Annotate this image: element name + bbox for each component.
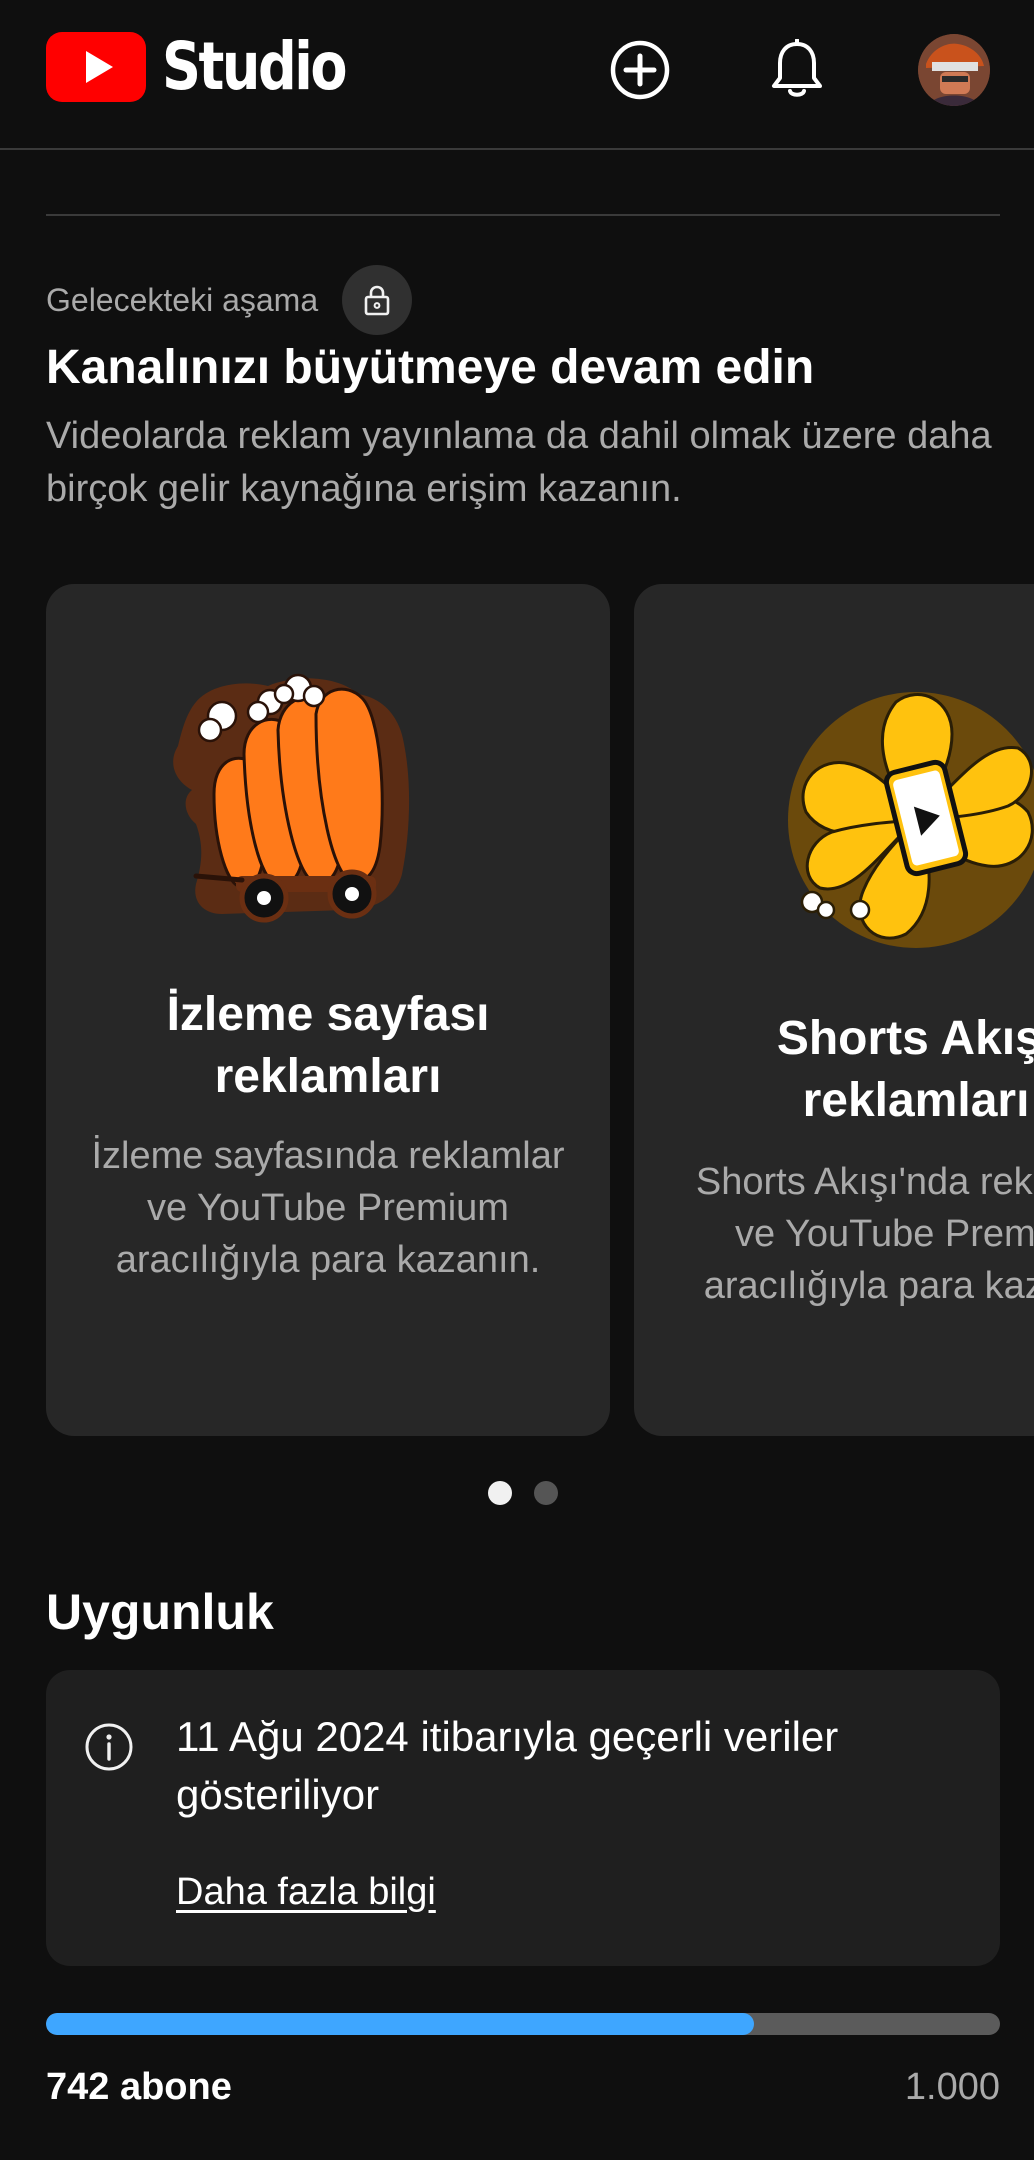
learn-more-link[interactable]: Daha fazla bilgi	[176, 1866, 436, 1918]
card-title-line: Shorts Akışı	[776, 1012, 1034, 1065]
avatar[interactable]	[918, 34, 990, 106]
top-app-bar: Studio	[0, 0, 1034, 150]
subscriber-count: 742 abone	[46, 2066, 232, 2108]
subscriber-progress-fill	[46, 2013, 754, 2035]
card-title: Shorts Akışı reklamları	[634, 1008, 1034, 1132]
youtube-studio-page: Studio Gelecekteki aşama Kanalınızı büyü…	[0, 0, 1034, 2160]
bell-icon	[772, 39, 822, 97]
logo-text: Studio	[162, 28, 348, 105]
card-description: İzleme sayfasında reklamlar ve YouTube P…	[91, 1135, 565, 1281]
stage-label: Gelecekteki aşama	[46, 282, 319, 318]
carousel-pager	[488, 1481, 558, 1505]
benefit-card-watch-page-ads[interactable]: İzleme sayfası reklamları İzleme sayfası…	[46, 584, 610, 1436]
youtube-logo-icon	[46, 32, 146, 102]
pager-dot[interactable]	[534, 1481, 558, 1505]
card-title-line: reklamları	[214, 1050, 442, 1103]
lock-icon	[364, 285, 390, 316]
card-title-line: İzleme sayfası	[166, 988, 490, 1041]
create-button[interactable]	[606, 36, 674, 104]
future-stage-row: Gelecekteki aşama	[46, 264, 413, 336]
card-title-line: reklamları	[802, 1074, 1030, 1127]
youtube-studio-logo[interactable]: Studio	[46, 32, 385, 102]
benefit-card-shorts-feed-ads[interactable]: Shorts Akışı reklamları Shorts Akışı'nda…	[634, 584, 1034, 1436]
pager-dot-active[interactable]	[488, 1481, 512, 1505]
eligibility-info-card: 11 Ağu 2024 itibarıyla geçerli veriler g…	[46, 1670, 1000, 1966]
section-divider	[46, 214, 1000, 216]
data-date-notice: 11 Ağu 2024 itibarıyla geçerli veriler g…	[176, 1713, 839, 1818]
lock-badge	[342, 265, 413, 335]
subscriber-target: 1.000	[904, 2066, 1000, 2108]
page-heading: Kanalınızı büyütmeye devam edin	[46, 341, 815, 394]
eligibility-title: Uygunluk	[46, 1584, 274, 1640]
notifications-button[interactable]	[763, 36, 831, 104]
card-title: İzleme sayfası reklamları	[46, 984, 610, 1108]
subscriber-progress-bar	[46, 2013, 1000, 2035]
avatar-image	[918, 34, 990, 106]
page-description: Videolarda reklam yayınlama da dahil olm…	[46, 415, 992, 510]
card-description: Shorts Akışı'nda reklamlar ve YouTube Pr…	[695, 1161, 1034, 1307]
shorts-feed-illustration	[788, 692, 1034, 948]
create-icon	[610, 40, 670, 100]
info-icon	[85, 1723, 133, 1771]
cart-illustration	[173, 673, 410, 923]
